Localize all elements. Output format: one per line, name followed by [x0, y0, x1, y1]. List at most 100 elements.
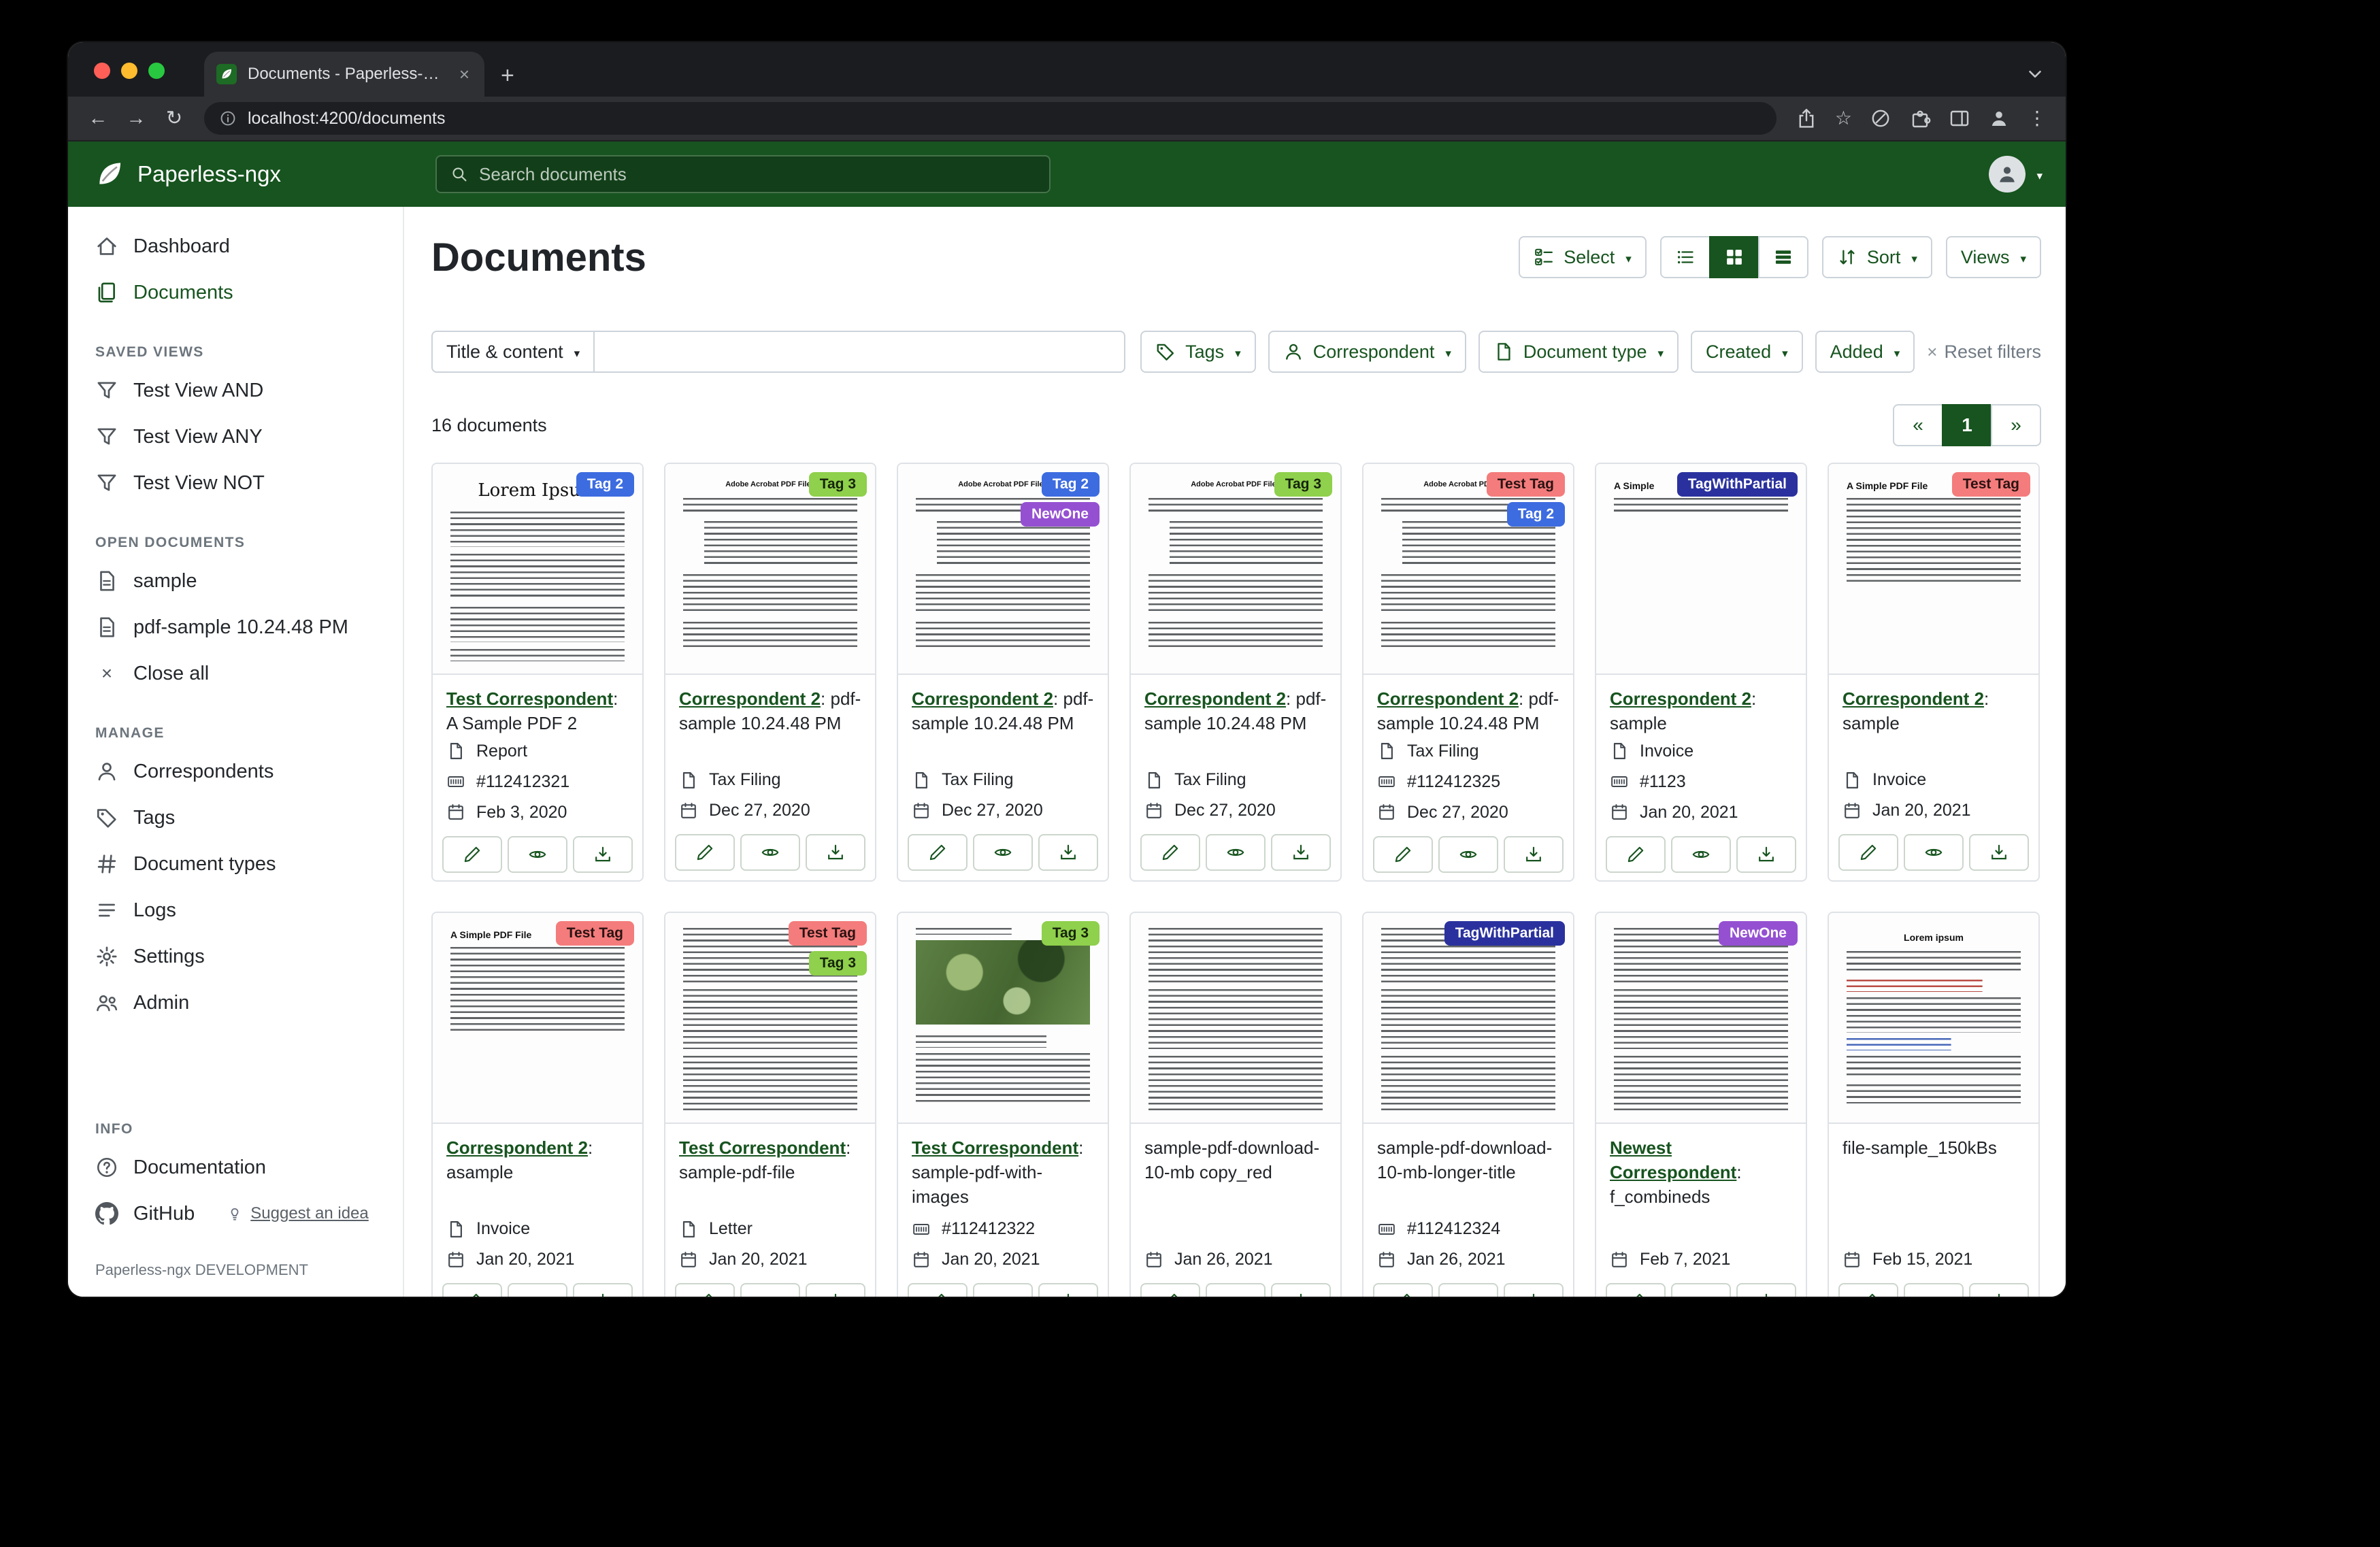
bookmark-star-icon[interactable]: ☆	[1835, 109, 1852, 128]
correspondent-filter-button[interactable]: Correspondent ▾	[1268, 331, 1466, 373]
share-icon[interactable]	[1796, 107, 1817, 129]
download-button[interactable]	[1969, 834, 2029, 871]
select-button[interactable]: Select ▾	[1519, 236, 1647, 278]
sidebar-item-logs[interactable]: Logs	[68, 887, 403, 933]
download-button[interactable]	[1038, 1283, 1098, 1297]
tag-badge[interactable]: NewOne	[1719, 921, 1798, 946]
tag-badge[interactable]: TagWithPartial	[1677, 472, 1798, 497]
document-thumbnail[interactable]: Test Tag Tag 3	[665, 913, 875, 1124]
sidebar-item-open-document[interactable]: sample	[68, 558, 403, 604]
document-thumbnail[interactable]: A Simple PDF File Test Tag	[433, 913, 642, 1124]
reset-filters-button[interactable]: × Reset filters	[1927, 342, 2041, 363]
document-thumbnail[interactable]: Adobe Acrobat PDF Files Test TagTag 2	[1363, 464, 1573, 675]
correspondent-link[interactable]: Test Correspondent	[446, 688, 613, 709]
correspondent-link[interactable]: Test Correspondent	[679, 1137, 846, 1158]
download-button[interactable]	[1969, 1283, 2029, 1297]
download-button[interactable]	[1736, 1283, 1796, 1297]
sidebar-item-documents[interactable]: Documents	[68, 269, 403, 316]
site-info-icon[interactable]	[219, 110, 237, 127]
edit-button[interactable]	[675, 834, 735, 871]
correspondent-link[interactable]: Newest Correspondent	[1610, 1137, 1736, 1182]
edit-button[interactable]	[1140, 1283, 1200, 1297]
document-thumbnail[interactable]: Adobe Acrobat PDF Files Tag 3	[1131, 464, 1340, 675]
side-panel-icon[interactable]	[1949, 107, 1970, 129]
document-title[interactable]: sample-pdf-download-10-mb copy_red	[1144, 1137, 1319, 1182]
tag-badge[interactable]: Test Tag	[556, 921, 634, 946]
close-window-button[interactable]	[94, 63, 110, 79]
sidebar-item-correspondents[interactable]: Correspondents	[68, 748, 403, 795]
tag-badge[interactable]: Tag 3	[1274, 472, 1332, 497]
view-button[interactable]	[1904, 1283, 1964, 1297]
current-page-button[interactable]: 1	[1942, 404, 1992, 446]
filter-field-dropdown[interactable]: Title & content ▾	[431, 331, 595, 373]
view-button[interactable]	[1671, 1283, 1731, 1297]
page-status-icon[interactable]	[1870, 107, 1891, 129]
correspondent-link[interactable]: Test Correspondent	[912, 1137, 1078, 1158]
new-tab-button[interactable]: +	[501, 64, 514, 87]
browser-tab[interactable]: Documents - Paperless-ngx ×	[204, 52, 484, 97]
correspondent-link[interactable]: Correspondent 2	[1144, 688, 1286, 709]
edit-button[interactable]	[675, 1283, 735, 1297]
address-bar[interactable]: localhost:4200/documents	[204, 102, 1776, 135]
download-button[interactable]	[1504, 836, 1564, 873]
correspondent-link[interactable]: Correspondent 2	[679, 688, 821, 709]
sidebar-item-dashboard[interactable]: Dashboard	[68, 223, 403, 269]
view-button[interactable]	[508, 1283, 567, 1297]
reload-button[interactable]: ↻	[158, 109, 191, 129]
edit-button[interactable]	[1373, 1283, 1433, 1297]
forward-button[interactable]: →	[120, 109, 152, 129]
sidebar-item-settings[interactable]: Settings	[68, 933, 403, 980]
tag-badge[interactable]: Tag 3	[809, 951, 867, 976]
download-button[interactable]	[573, 1283, 633, 1297]
tab-close-icon[interactable]: ×	[457, 64, 472, 85]
minimize-window-button[interactable]	[121, 63, 137, 79]
view-button[interactable]	[973, 1283, 1033, 1297]
browser-profile-icon[interactable]	[1988, 107, 2010, 129]
tag-badge[interactable]: Test Tag	[789, 921, 867, 946]
document-thumbnail[interactable]: Adobe Acrobat PDF Files Tag 2NewOne	[898, 464, 1108, 675]
tag-badge[interactable]: Test Tag	[1952, 472, 2030, 497]
sidebar-item-admin[interactable]: Admin	[68, 980, 403, 1026]
view-button[interactable]	[1671, 836, 1731, 873]
document-thumbnail[interactable]: A Simple TagWithPartial	[1596, 464, 1806, 675]
download-button[interactable]	[1504, 1283, 1564, 1297]
sidebar-item-saved-view[interactable]: Test View ANY	[68, 414, 403, 460]
sidebar-item-document-types[interactable]: Document types	[68, 841, 403, 887]
document-thumbnail[interactable]: Lorem ipsum	[1829, 913, 2038, 1124]
next-page-button[interactable]: »	[1991, 404, 2041, 446]
tag-badge[interactable]: Test Tag	[1487, 472, 1565, 497]
document-thumbnail[interactable]: Lorem Ipsum Tag 2	[433, 464, 642, 675]
view-button[interactable]	[740, 834, 800, 871]
tag-badge[interactable]: NewOne	[1021, 502, 1100, 527]
edit-button[interactable]	[1140, 834, 1200, 871]
extensions-puzzle-icon[interactable]	[1909, 107, 1931, 129]
close-all-button[interactable]: × Close all	[68, 650, 403, 697]
correspondent-link[interactable]: Correspondent 2	[1377, 688, 1519, 709]
back-button[interactable]: ←	[82, 109, 114, 129]
tag-badge[interactable]: TagWithPartial	[1444, 921, 1565, 946]
edit-button[interactable]	[1838, 1283, 1898, 1297]
correspondent-link[interactable]: Correspondent 2	[912, 688, 1053, 709]
sidebar-item-saved-view[interactable]: Test View NOT	[68, 460, 403, 506]
view-list-button[interactable]	[1660, 236, 1710, 278]
download-button[interactable]	[1736, 836, 1796, 873]
edit-button[interactable]	[1373, 836, 1433, 873]
view-button[interactable]	[508, 836, 567, 873]
edit-button[interactable]	[908, 834, 968, 871]
view-button[interactable]	[1438, 836, 1498, 873]
document-thumbnail[interactable]	[1131, 913, 1340, 1124]
edit-button[interactable]	[908, 1283, 968, 1297]
download-button[interactable]	[573, 836, 633, 873]
tab-search-chevron-icon[interactable]	[2025, 64, 2045, 84]
search-input[interactable]	[479, 164, 1036, 185]
views-button[interactable]: Views ▾	[1946, 236, 2041, 278]
edit-button[interactable]	[1606, 1283, 1666, 1297]
correspondent-link[interactable]: Correspondent 2	[1610, 688, 1751, 709]
download-button[interactable]	[806, 834, 865, 871]
view-button[interactable]	[740, 1283, 800, 1297]
document-thumbnail[interactable]: TagWithPartial	[1363, 913, 1573, 1124]
document-thumbnail[interactable]: Adobe Acrobat PDF Files Tag 3	[665, 464, 875, 675]
view-button[interactable]	[1904, 834, 1964, 871]
previous-page-button[interactable]: «	[1893, 404, 1943, 446]
sidebar-item-github[interactable]: GitHub Suggest an idea	[68, 1191, 403, 1237]
